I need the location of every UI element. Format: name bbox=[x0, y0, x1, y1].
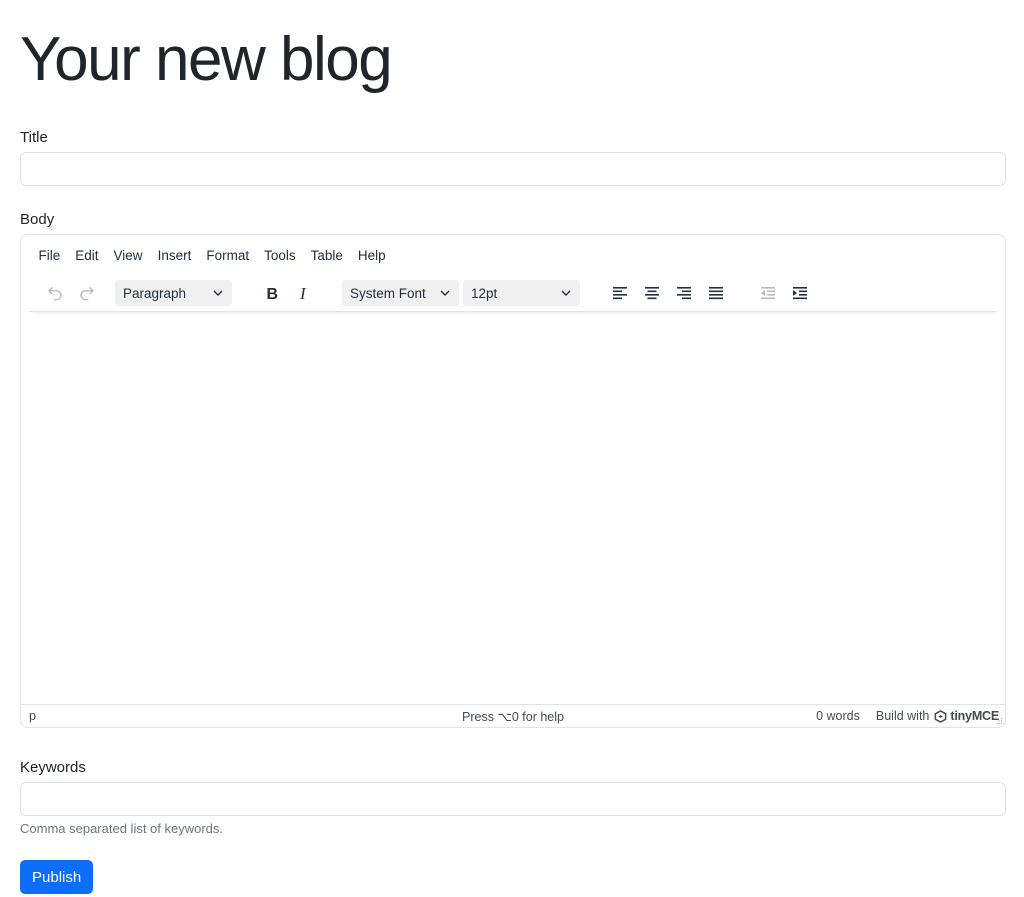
font-family-select[interactable]: System Font bbox=[342, 280, 459, 306]
menu-help[interactable]: Help bbox=[350, 244, 393, 267]
menu-format[interactable]: Format bbox=[199, 244, 257, 267]
indent-icon bbox=[793, 287, 807, 300]
bold-icon: B bbox=[267, 286, 279, 301]
branding-link[interactable]: Build with tinyMCE bbox=[876, 709, 999, 723]
editor-statusbar: p Press ⌥0 for help 0 words Build with t… bbox=[21, 704, 1005, 727]
menu-edit[interactable]: Edit bbox=[68, 244, 106, 267]
history-group bbox=[39, 278, 103, 308]
menu-view[interactable]: View bbox=[106, 244, 150, 267]
font-size-select[interactable]: 12pt bbox=[463, 280, 580, 306]
chevron-down-icon bbox=[439, 287, 451, 299]
body-label: Body bbox=[20, 211, 55, 228]
title-label: Title bbox=[20, 129, 48, 146]
alignment-group bbox=[604, 278, 732, 308]
menu-tools[interactable]: Tools bbox=[257, 244, 304, 267]
blog-form-page: Your new blog Title Body File Edit View … bbox=[0, 0, 1024, 894]
publish-button[interactable]: Publish bbox=[20, 860, 94, 894]
outdent-button[interactable] bbox=[752, 278, 784, 308]
formatting-group: B I bbox=[256, 278, 320, 308]
tinymce-logo-icon bbox=[935, 709, 947, 723]
align-left-icon bbox=[613, 287, 627, 300]
redo-button[interactable] bbox=[71, 278, 103, 308]
block-format-select[interactable]: Paragraph bbox=[115, 280, 232, 306]
align-right-icon bbox=[677, 287, 691, 300]
font-size-value: 12pt bbox=[471, 285, 498, 301]
redo-icon bbox=[80, 287, 94, 301]
branding-prefix: Build with bbox=[875, 709, 930, 723]
keywords-help-text: Comma separated list of keywords. bbox=[20, 821, 224, 836]
title-input[interactable] bbox=[20, 152, 1006, 186]
align-center-icon bbox=[645, 287, 659, 300]
indent-group bbox=[752, 278, 816, 308]
keywords-input[interactable] bbox=[20, 782, 1006, 816]
align-right-button[interactable] bbox=[668, 278, 700, 308]
align-justify-icon bbox=[709, 287, 723, 300]
align-left-button[interactable] bbox=[604, 278, 636, 308]
chevron-down-icon bbox=[560, 287, 572, 299]
editor-content-area[interactable] bbox=[21, 312, 1005, 702]
menu-file[interactable]: File bbox=[31, 244, 68, 267]
rich-text-editor: File Edit View Insert Format Tools Table… bbox=[20, 234, 1006, 728]
undo-button[interactable] bbox=[39, 278, 71, 308]
svg-text:B: B bbox=[267, 286, 279, 301]
word-count[interactable]: 0 words bbox=[816, 709, 860, 723]
editor-menubar: File Edit View Insert Format Tools Table… bbox=[21, 235, 1005, 275]
statusbar-right: 0 words Build with tinyMCE bbox=[816, 709, 999, 723]
editor-toolbar: Paragraph B I System Font 12pt bbox=[29, 275, 997, 312]
align-justify-button[interactable] bbox=[700, 278, 732, 308]
menu-insert[interactable]: Insert bbox=[150, 244, 199, 267]
chevron-down-icon bbox=[212, 287, 224, 299]
font-family-value: System Font bbox=[350, 285, 426, 301]
italic-button[interactable]: I bbox=[288, 278, 320, 308]
element-path[interactable]: p bbox=[29, 709, 36, 723]
indent-button[interactable] bbox=[784, 278, 816, 308]
menu-table[interactable]: Table bbox=[303, 244, 350, 267]
bold-button[interactable]: B bbox=[256, 278, 288, 308]
align-center-button[interactable] bbox=[636, 278, 668, 308]
undo-icon bbox=[48, 287, 62, 301]
block-format-value: Paragraph bbox=[123, 285, 187, 301]
page-title: Your new blog bbox=[20, 25, 393, 94]
branding-name: tinyMCE bbox=[950, 709, 999, 723]
outdent-icon bbox=[761, 287, 775, 300]
italic-icon: I bbox=[299, 285, 307, 301]
svg-text:I: I bbox=[299, 285, 307, 301]
keywords-label: Keywords bbox=[20, 759, 86, 776]
